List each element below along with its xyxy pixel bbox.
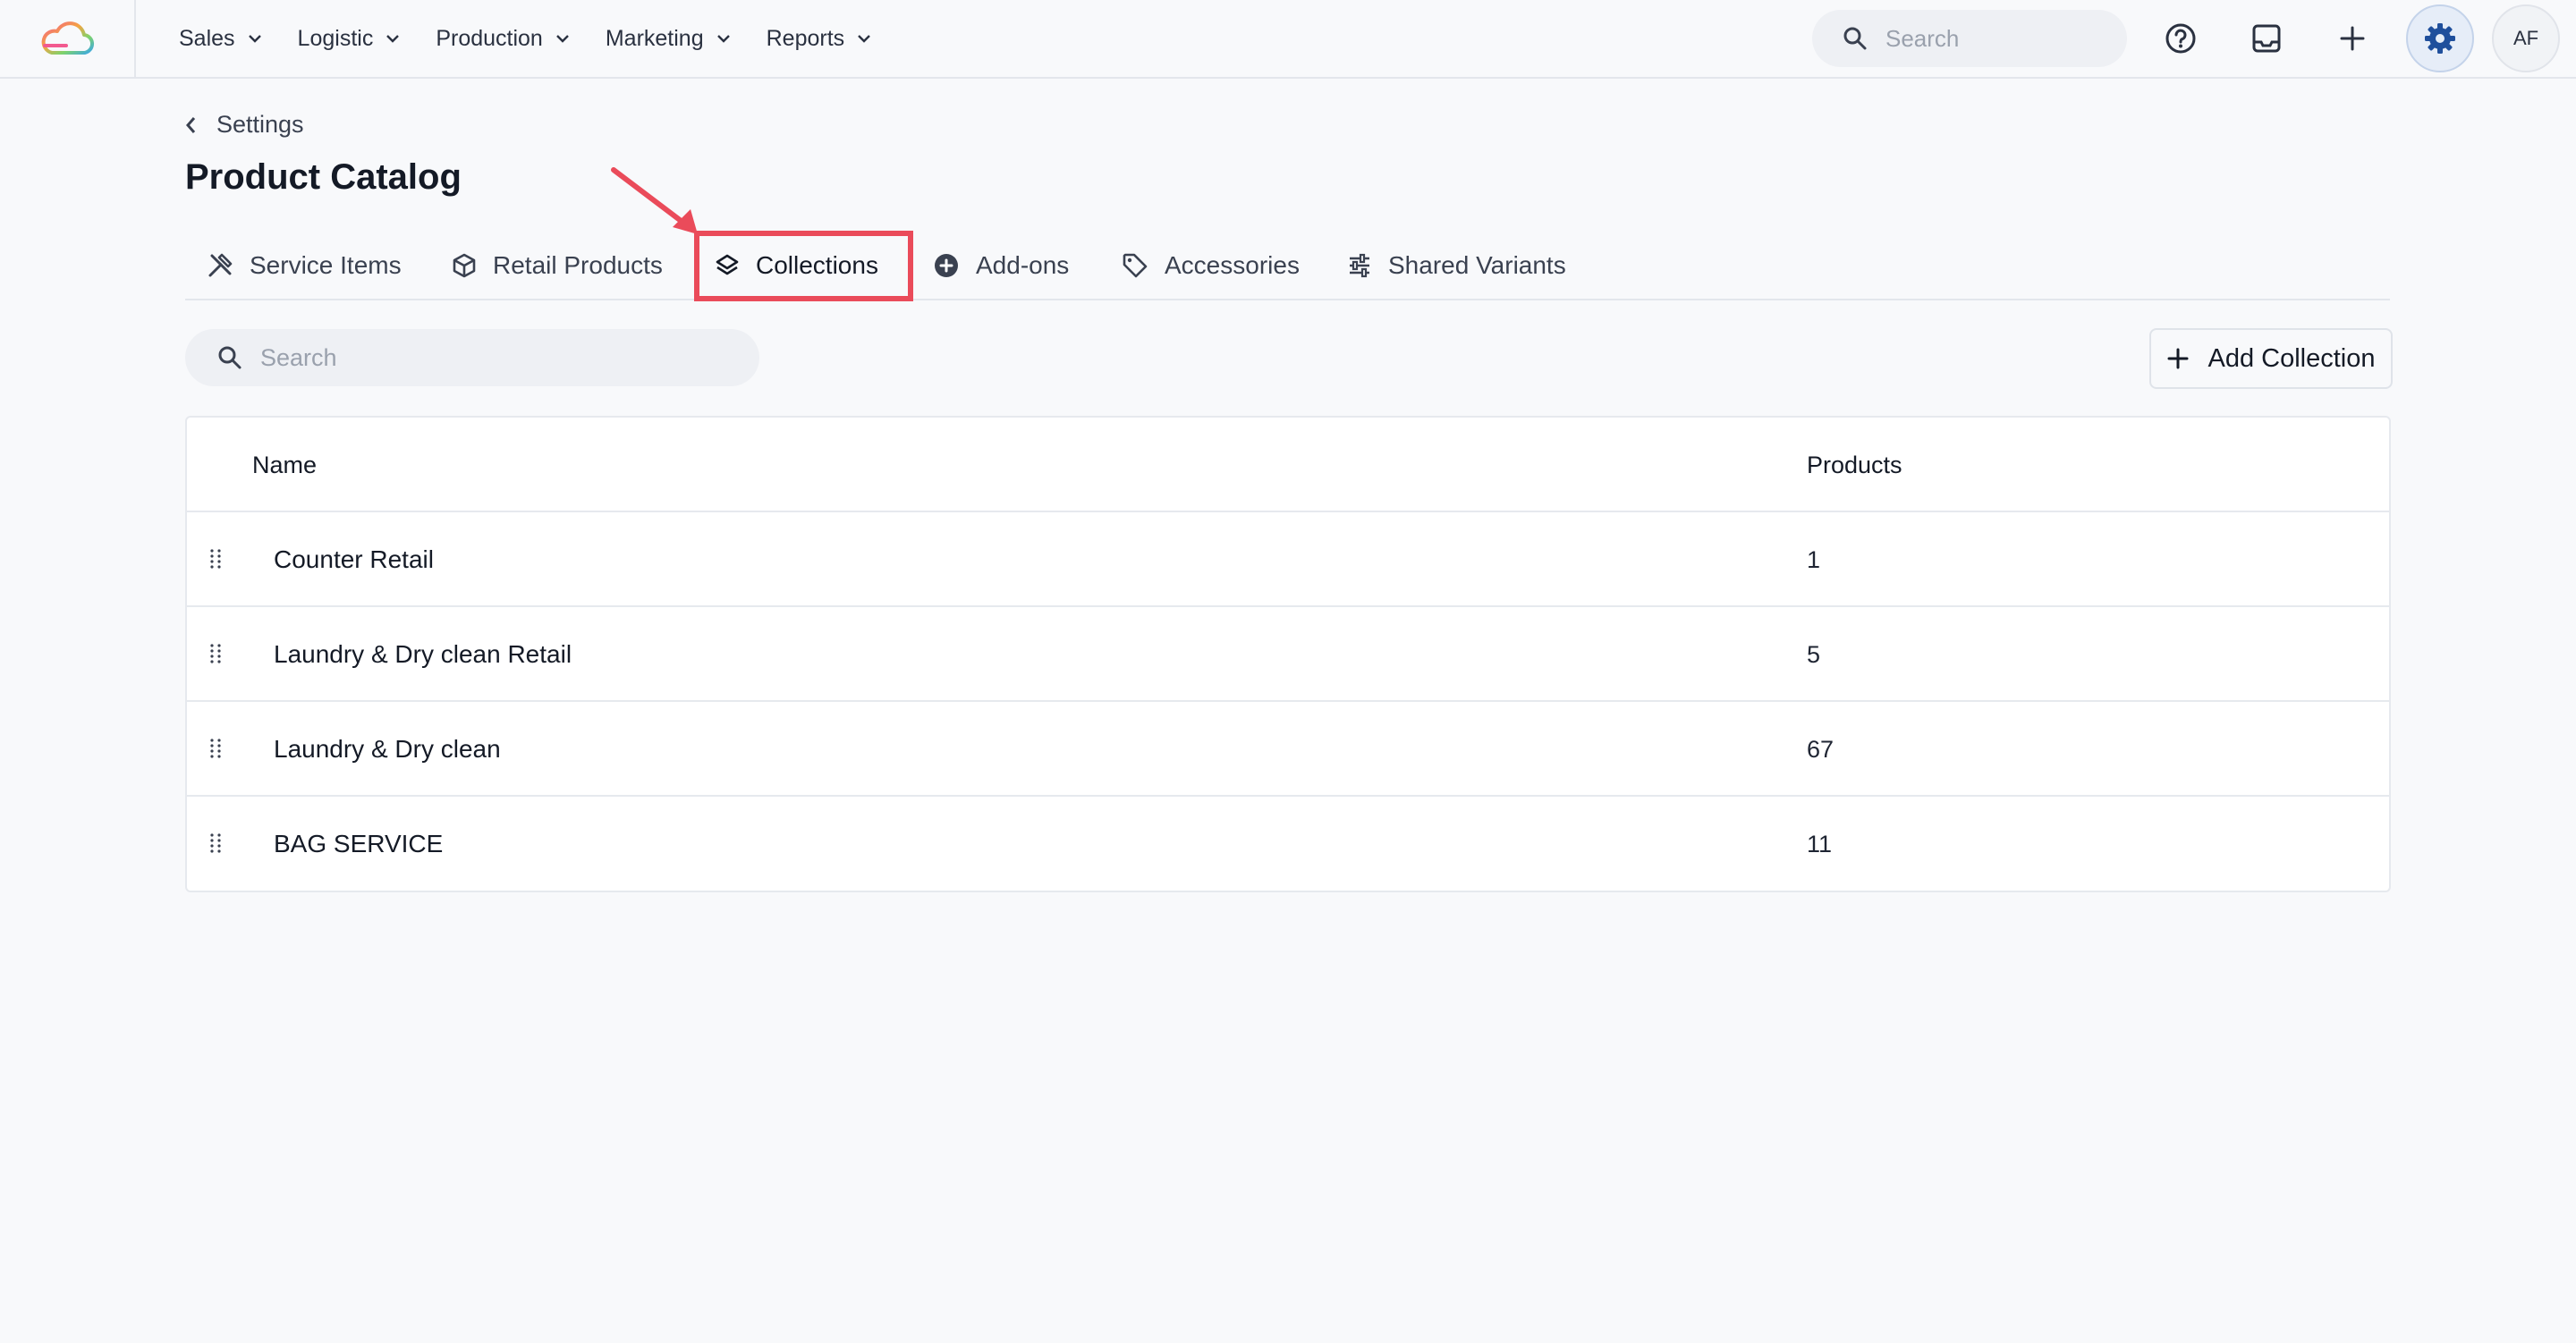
nav-production[interactable]: Production: [436, 26, 570, 52]
user-avatar[interactable]: AF: [2492, 4, 2560, 72]
main-nav: Sales Logistic Production Marketing Repo…: [179, 26, 907, 52]
top-actions: AF: [1812, 0, 2576, 77]
top-bar: Sales Logistic Production Marketing Repo…: [0, 0, 2576, 79]
chevron-down-icon: [248, 34, 262, 43]
nav-label: Marketing: [605, 25, 704, 51]
collection-name: BAG SERVICE: [274, 830, 444, 857]
global-search[interactable]: [1812, 10, 2127, 67]
chevron-down-icon: [555, 34, 570, 43]
product-count: 5: [1807, 640, 1821, 668]
nav-label: Reports: [766, 25, 845, 51]
table-row[interactable]: Counter Retail 1: [187, 512, 2389, 607]
tab-label: Shared Variants: [1388, 251, 1566, 279]
column-header-name[interactable]: Name: [252, 418, 317, 512]
plus-icon: [2167, 348, 2189, 369]
nav-label: Logistic: [297, 25, 374, 51]
collection-name: Counter Retail: [274, 545, 434, 573]
create-button[interactable]: [2320, 6, 2385, 71]
table-row[interactable]: BAG SERVICE 11: [187, 797, 2389, 891]
tab-retail-products[interactable]: Retail Products: [452, 231, 663, 300]
nav-logistic[interactable]: Logistic: [298, 26, 401, 52]
add-collection-button[interactable]: Add Collection: [2149, 328, 2393, 389]
sliders-icon: [1347, 253, 1372, 278]
help-button[interactable]: [2148, 6, 2213, 71]
add-collection-label: Add Collection: [2207, 343, 2376, 373]
product-count: 67: [1807, 735, 1835, 763]
nav-reports[interactable]: Reports: [767, 26, 872, 52]
page-title: Product Catalog: [185, 157, 462, 197]
help-icon: [2165, 23, 2196, 54]
collection-search[interactable]: [185, 329, 759, 386]
collections-table: Name Products Counter Retail 1 Laundry &…: [185, 416, 2391, 892]
table-row[interactable]: Laundry & Dry clean Retail 5: [187, 607, 2389, 702]
plus-icon: [2340, 26, 2365, 51]
arrow-annotation-icon: [611, 167, 698, 234]
nav-marketing[interactable]: Marketing: [606, 26, 731, 52]
nav-sales[interactable]: Sales: [179, 26, 262, 52]
drag-handle-icon[interactable]: [208, 738, 223, 759]
tab-service-items[interactable]: Service Items: [207, 231, 402, 300]
nav-label: Production: [436, 25, 543, 51]
product-count: 1: [1807, 545, 1821, 573]
column-header-products[interactable]: Products: [1807, 418, 1902, 512]
nav-label: Sales: [179, 25, 235, 51]
tools-icon: [207, 252, 233, 279]
global-search-input[interactable]: [1885, 24, 2100, 53]
inbox-button[interactable]: [2234, 6, 2299, 71]
tab-add-ons[interactable]: Add-ons: [933, 231, 1069, 300]
table-header: Name Products: [187, 418, 2389, 512]
search-icon: [218, 346, 242, 369]
tab-label: Service Items: [250, 251, 402, 279]
breadcrumb-settings: Settings: [216, 111, 304, 138]
drag-handle-icon[interactable]: [208, 832, 223, 854]
table-row[interactable]: Laundry & Dry clean 67: [187, 702, 2389, 797]
collection-name: Laundry & Dry clean Retail: [274, 640, 572, 668]
chevron-down-icon: [386, 34, 400, 43]
box-icon: [452, 252, 477, 279]
product-count: 11: [1807, 830, 1833, 857]
layers-icon: [715, 253, 740, 278]
gear-icon: [2425, 23, 2455, 54]
avatar-initials: AF: [2512, 27, 2539, 49]
chevron-down-icon: [716, 34, 731, 43]
search-icon: [1843, 27, 1867, 50]
tab-collections[interactable]: Collections: [715, 231, 878, 300]
app-logo[interactable]: [0, 0, 136, 77]
drag-handle-icon[interactable]: [208, 548, 223, 570]
plus-circle-icon: [933, 252, 960, 279]
tab-label: Accessories: [1165, 251, 1300, 279]
tab-accessories[interactable]: Accessories: [1122, 231, 1300, 300]
tab-label: Retail Products: [493, 251, 663, 279]
chevron-left-icon: [184, 115, 197, 135]
tab-label: Collections: [756, 251, 878, 279]
drag-handle-icon[interactable]: [208, 643, 223, 664]
breadcrumb[interactable]: Settings: [184, 111, 304, 139]
settings-button[interactable]: [2406, 4, 2474, 72]
tab-shared-variants[interactable]: Shared Variants: [1347, 231, 1566, 300]
tag-icon: [1122, 252, 1148, 279]
catalog-tabs: Service Items Retail Products Collection…: [185, 231, 2390, 300]
collection-name: Laundry & Dry clean: [274, 735, 501, 763]
chevron-down-icon: [857, 34, 871, 43]
collection-search-input[interactable]: [260, 343, 725, 372]
cloud-logo-icon: [41, 21, 94, 55]
tab-label: Add-ons: [976, 251, 1070, 279]
inbox-icon: [2252, 24, 2281, 53]
